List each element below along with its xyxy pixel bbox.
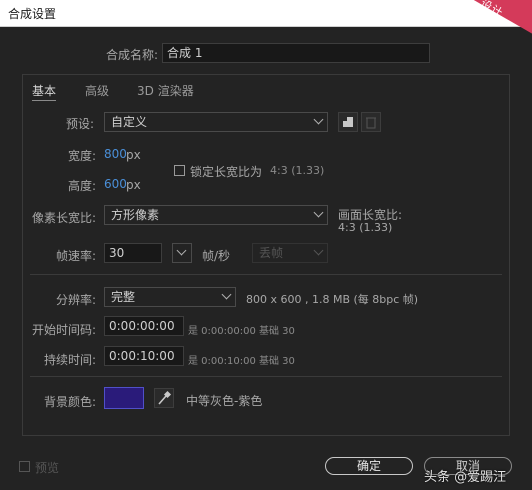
comp-name-label: 合成名称: — [106, 48, 159, 62]
pixel-aspect-label: 像素长宽比: — [32, 211, 97, 225]
start-timecode-label: 开始时间码: — [32, 323, 97, 337]
chevron-down-icon — [313, 114, 324, 125]
delete-preset-button[interactable] — [361, 112, 381, 132]
preview-checkbox[interactable] — [19, 461, 30, 472]
chevron-down-icon — [176, 245, 187, 256]
bg-color-name: 中等灰色-紫色 — [186, 394, 263, 408]
drop-frame-value: 丢帧 — [259, 246, 284, 260]
tab-advanced[interactable]: 高级 — [85, 82, 109, 99]
frame-aspect-value: 4:3 (1.33) — [338, 221, 393, 234]
save-preset-button[interactable] — [338, 112, 358, 132]
drop-frame-select: 丢帧 — [252, 243, 328, 263]
duration-info: 是 0:00:10:00 基础 30 — [188, 356, 295, 367]
title-bar — [0, 0, 532, 27]
lock-aspect-label: 锁定长宽比为 — [190, 165, 263, 179]
width-value[interactable]: 800 — [104, 147, 127, 161]
chevron-down-icon — [313, 207, 324, 218]
frame-rate-unit: 帧/秒 — [202, 249, 231, 263]
resolution-info: 800 x 600 , 1.8 MB (每 8bpc 帧) — [246, 293, 419, 306]
save-preset-icon — [343, 117, 353, 127]
resolution-select[interactable]: 完整 — [104, 287, 236, 307]
window-title: 合成设置 — [8, 7, 57, 21]
tab-basic[interactable]: 基本 — [32, 82, 57, 101]
pixel-aspect-value: 方形像素 — [111, 208, 160, 222]
delete-preset-icon — [366, 117, 376, 129]
pixel-aspect-select[interactable]: 方形像素 — [104, 205, 328, 225]
start-timecode-input[interactable]: 0:00:00:00 — [104, 316, 184, 336]
frame-rate-input[interactable]: 30 — [104, 243, 162, 263]
chevron-down-icon — [221, 289, 232, 300]
bg-color-swatch[interactable] — [104, 387, 144, 409]
lock-aspect-ratio: 4:3 (1.33) — [270, 164, 325, 177]
height-unit: px — [126, 178, 141, 192]
preset-label: 预设: — [66, 117, 95, 131]
lock-aspect-checkbox[interactable] — [174, 165, 185, 176]
chevron-down-icon — [313, 245, 324, 256]
resolution-label: 分辨率: — [56, 293, 97, 307]
divider — [30, 274, 502, 275]
height-value[interactable]: 600 — [104, 177, 127, 191]
bg-color-label: 背景颜色: — [44, 395, 97, 409]
preview-label: 预览 — [35, 461, 60, 475]
preset-select[interactable]: 自定义 — [104, 112, 328, 132]
resolution-value: 完整 — [111, 290, 136, 304]
height-label: 高度: — [68, 179, 97, 193]
preset-value: 自定义 — [111, 115, 148, 129]
duration-label: 持续时间: — [44, 353, 97, 367]
ok-button[interactable]: 确定 — [325, 457, 413, 475]
tab-3d-renderer[interactable]: 3D 渲染器 — [137, 82, 194, 99]
frame-rate-label: 帧速率: — [56, 249, 97, 263]
frame-rate-dropdown[interactable] — [172, 243, 192, 263]
watermark-text: 头条 @爱踢汪 — [424, 470, 507, 485]
eyedropper-icon — [158, 390, 172, 405]
eyedropper-button[interactable] — [154, 388, 174, 408]
width-label: 宽度: — [68, 149, 97, 163]
duration-input[interactable]: 0:00:10:00 — [104, 346, 184, 366]
divider — [30, 376, 502, 377]
comp-name-input[interactable]: 合成 1 — [162, 43, 430, 63]
width-unit: px — [126, 148, 141, 162]
start-timecode-info: 是 0:00:00:00 基础 30 — [188, 326, 295, 337]
